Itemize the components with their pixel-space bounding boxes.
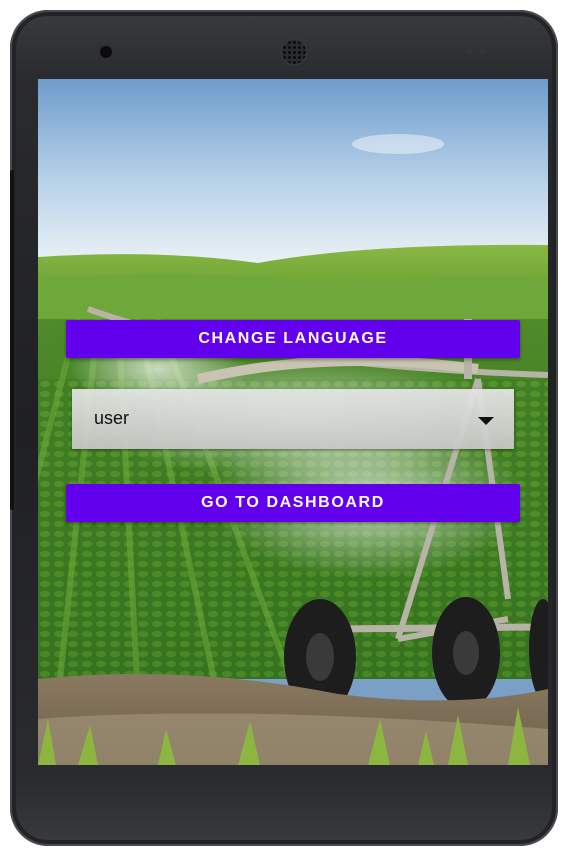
proximity-sensor: [466, 48, 472, 54]
role-spinner[interactable]: user: [72, 389, 514, 449]
dropdown-arrow-icon: [478, 417, 494, 425]
spinner-selected-value: user: [94, 408, 130, 428]
change-language-button[interactable]: CHANGE LANGUAGE: [66, 320, 520, 358]
app-screen: CHANGE LANGUAGE user GO TO DASHBOARD: [38, 79, 548, 765]
front-camera: [100, 46, 112, 58]
go-to-dashboard-button[interactable]: GO TO DASHBOARD: [66, 484, 520, 522]
light-sensor: [480, 48, 486, 54]
device-side-button: [10, 170, 14, 510]
earpiece-speaker: [282, 40, 306, 64]
